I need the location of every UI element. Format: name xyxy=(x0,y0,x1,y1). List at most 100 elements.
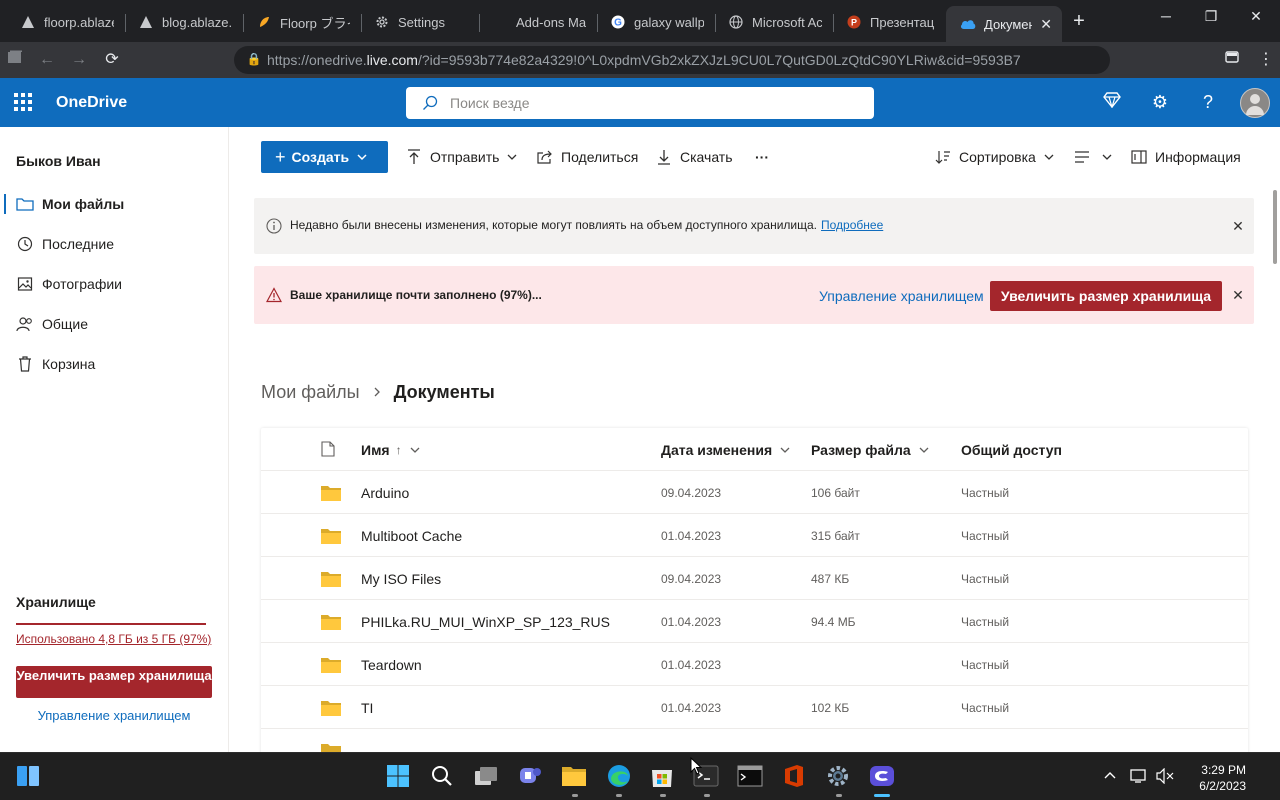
file-explorer-icon[interactable] xyxy=(561,763,587,789)
file-sharing: Частный xyxy=(961,615,1010,629)
edge-icon[interactable] xyxy=(606,763,632,789)
system-clock[interactable]: 3:29 PM 6/2/2023 xyxy=(1186,762,1246,794)
sidebar-item-recent[interactable]: Последние xyxy=(0,226,228,262)
table-row[interactable]: Multiboot Cache 01.04.2023 315 байт Част… xyxy=(261,514,1248,557)
floorp-icon xyxy=(256,14,272,30)
premium-diamond-icon[interactable] xyxy=(1101,91,1123,113)
minimize-icon[interactable]: ─ xyxy=(1151,8,1181,24)
download-button[interactable]: Скачать xyxy=(656,147,733,167)
settings-gear-icon[interactable]: ⚙ xyxy=(1149,91,1171,113)
table-row[interactable]: Arduino 09.04.2023 106 байт Частный xyxy=(261,471,1248,514)
table-row[interactable]: Teardown 01.04.2023 Частный xyxy=(261,643,1248,686)
reload-icon[interactable]: ⟳ xyxy=(102,50,122,70)
menu-more-icon[interactable]: ⋮ xyxy=(1256,50,1276,70)
increase-storage-button[interactable]: Увеличить размер хранилища xyxy=(990,281,1222,311)
browser-tab[interactable]: floorp.ablaze xyxy=(6,6,124,38)
floorp-browser-icon[interactable] xyxy=(869,763,895,789)
breadcrumb: Мои файлы Документы xyxy=(261,380,495,404)
search-box[interactable] xyxy=(406,87,874,119)
command-prompt-icon[interactable] xyxy=(737,763,763,789)
restore-icon[interactable]: ❐ xyxy=(1196,8,1226,25)
search-input[interactable] xyxy=(450,93,850,113)
sidebar-item-shared[interactable]: Общие xyxy=(0,306,228,342)
help-icon[interactable]: ? xyxy=(1197,91,1219,113)
close-tab-icon[interactable]: ✕ xyxy=(1040,16,1052,33)
url-text[interactable]: https://onedrive.live.com/?id=9593b774e8… xyxy=(267,52,1047,68)
increase-storage-button[interactable]: Увеличить размер хранилища xyxy=(16,666,212,698)
file-type-icon[interactable] xyxy=(321,441,335,457)
storage-usage-link[interactable]: Использовано 4,8 ГБ из 5 ГБ (97%) xyxy=(16,632,211,646)
view-options-button[interactable] xyxy=(1074,147,1112,167)
onedrive-icon xyxy=(960,16,976,32)
globe-icon xyxy=(728,14,744,30)
browser-tab[interactable]: Microsoft Act xyxy=(714,6,832,38)
column-header-size[interactable]: Размер файла xyxy=(811,442,929,458)
manage-storage-link[interactable]: Управление хранилищем xyxy=(819,288,984,304)
sidebar-icon[interactable] xyxy=(1222,50,1242,70)
info-pane-button[interactable]: Информация xyxy=(1131,147,1241,167)
table-row[interactable]: PHILka.RU_MUI_WinXP_SP_123_RUS 01.04.202… xyxy=(261,600,1248,643)
sidebar-item-label: Мои файлы xyxy=(42,196,125,212)
table-row[interactable]: TI 01.04.2023 102 КБ Частный xyxy=(261,686,1248,729)
warning-banner-text: Ваше хранилище почти заполнено (97%)... xyxy=(290,288,542,302)
window-close-icon[interactable]: ✕ xyxy=(1241,8,1271,25)
browser-tab[interactable]: Floorp ブライ xyxy=(242,6,360,38)
new-tab-icon[interactable]: + xyxy=(1068,10,1090,32)
microsoft-store-icon[interactable] xyxy=(649,763,675,789)
lock-icon[interactable]: 🔒 xyxy=(246,52,262,68)
app-title[interactable]: OneDrive xyxy=(56,94,127,112)
scrollbar-thumb[interactable] xyxy=(1273,190,1277,264)
share-button[interactable]: Поделиться xyxy=(537,147,638,167)
breadcrumb-parent[interactable]: Мои файлы xyxy=(261,382,360,403)
column-header-modified[interactable]: Дата изменения xyxy=(661,442,790,458)
file-name[interactable]: Arduino xyxy=(361,485,409,501)
column-header-sharing[interactable]: Общий доступ xyxy=(961,442,1062,458)
browser-tab[interactable]: G galaxy wallpa xyxy=(596,6,714,38)
sidebar-item-my-files[interactable]: Мои файлы xyxy=(0,186,228,222)
sidebar-item-label: Последние xyxy=(42,236,115,252)
file-name[interactable]: Teardown xyxy=(361,657,422,673)
browser-tab[interactable]: P Презентация xyxy=(832,6,944,38)
more-commands-button[interactable]: ··· xyxy=(755,147,769,167)
teams-chat-icon[interactable] xyxy=(517,763,543,789)
search-icon[interactable] xyxy=(429,763,455,789)
browser-tab[interactable]: Settings xyxy=(360,6,478,38)
app-launcher-icon[interactable] xyxy=(14,93,32,111)
file-name[interactable]: TI xyxy=(361,700,373,716)
widgets-icon[interactable] xyxy=(15,763,41,789)
task-view-icon[interactable] xyxy=(473,763,499,789)
forward-icon[interactable]: → xyxy=(69,50,89,70)
network-icon[interactable] xyxy=(1130,768,1148,786)
chevron-up-icon[interactable] xyxy=(1101,768,1119,786)
avatar[interactable] xyxy=(1240,88,1270,118)
start-menu-icon[interactable] xyxy=(385,763,411,789)
sidebar-item-photos[interactable]: Фотографии xyxy=(0,266,228,302)
file-sharing: Частный xyxy=(961,572,1010,586)
file-name[interactable]: My ISO Files xyxy=(361,571,441,587)
file-name[interactable]: Multiboot Cache xyxy=(361,528,462,544)
tab-manager-icon[interactable] xyxy=(5,50,25,70)
learn-more-link[interactable]: Подробнее xyxy=(821,218,883,232)
create-button[interactable]: + Создать xyxy=(261,141,388,173)
browser-tab-active[interactable]: Документы ✕ xyxy=(946,6,1062,42)
browser-tab[interactable]: Add-ons Mana xyxy=(478,6,596,38)
file-name[interactable]: PHILka.RU_MUI_WinXP_SP_123_RUS xyxy=(361,614,610,630)
close-icon[interactable]: ✕ xyxy=(1230,218,1246,234)
upload-button[interactable]: Отправить xyxy=(406,147,517,167)
close-icon[interactable]: ✕ xyxy=(1230,287,1246,303)
table-row[interactable]: My ISO Files 09.04.2023 487 КБ Частный xyxy=(261,557,1248,600)
sidebar-item-recycle-bin[interactable]: Корзина xyxy=(0,346,228,382)
column-header-name[interactable]: Имя ↑ xyxy=(361,442,420,458)
browser-tab[interactable]: blog.ablaze.o xyxy=(124,6,242,38)
onedrive-header: OneDrive ⚙ ? xyxy=(0,78,1280,127)
plus-icon: + xyxy=(275,146,286,167)
office-icon[interactable] xyxy=(781,763,807,789)
volume-muted-icon[interactable] xyxy=(1156,767,1174,786)
back-icon[interactable]: ← xyxy=(37,50,57,70)
storage-progress-bar xyxy=(16,623,206,625)
sort-button[interactable]: Сортировка xyxy=(935,147,1054,167)
address-bar[interactable]: 🔒 https://onedrive.live.com/?id=9593b774… xyxy=(234,46,1110,74)
manage-storage-link[interactable]: Управление хранилищем xyxy=(16,708,212,723)
settings-gear-icon[interactable] xyxy=(825,763,851,789)
file-size: 102 КБ xyxy=(811,701,850,715)
